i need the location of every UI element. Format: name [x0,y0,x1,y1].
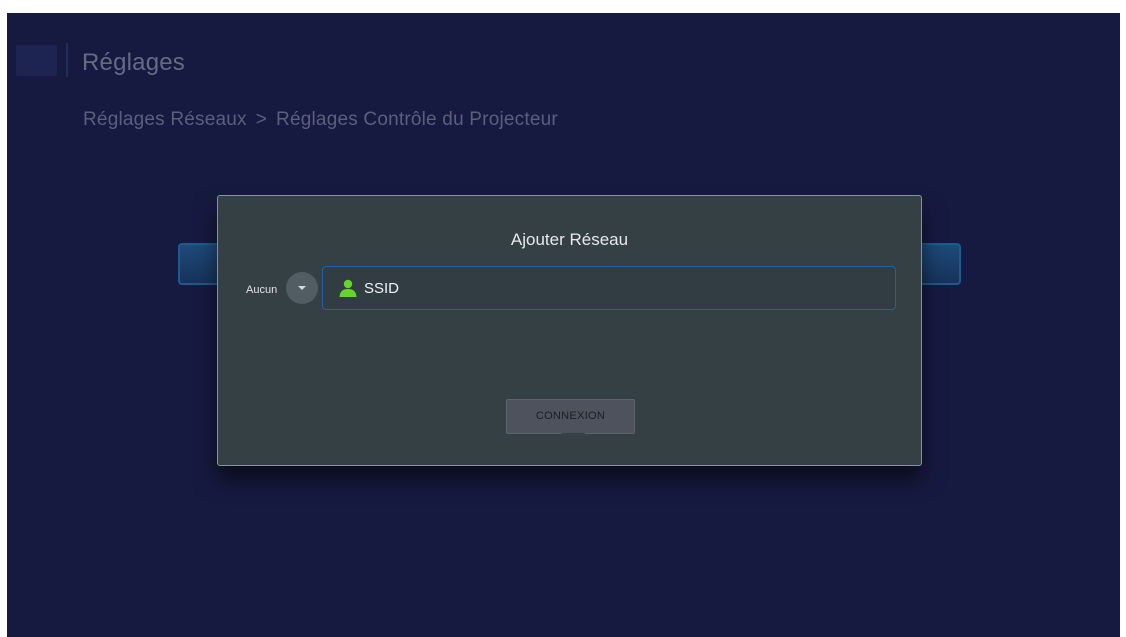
breadcrumb-current: Réglages Contrôle du Projecteur [276,109,558,130]
security-type-value: Aucun [246,284,278,296]
header-logo [16,45,57,76]
user-icon [339,279,357,297]
breadcrumb-separator: > [255,109,268,130]
header-divider [66,43,68,77]
breadcrumb-parent[interactable]: Réglages Réseaux [83,109,247,130]
ssid-input[interactable] [364,277,864,299]
settings-screen: Réglages Réglages Réseaux > Réglages Contr… [7,13,1120,637]
breadcrumb: Réglages Réseaux > Réglages Contrôle du Pr… [83,109,558,131]
ssid-field[interactable] [322,266,896,310]
security-type-dropdown-button[interactable] [286,272,318,304]
add-network-dialog: Ajouter Réseau Aucun CONNEXION [217,195,922,466]
connect-button[interactable]: CONNEXION [506,399,635,435]
page-title: Réglages [82,49,186,76]
dialog-title: Ajouter Réseau [510,230,629,249]
